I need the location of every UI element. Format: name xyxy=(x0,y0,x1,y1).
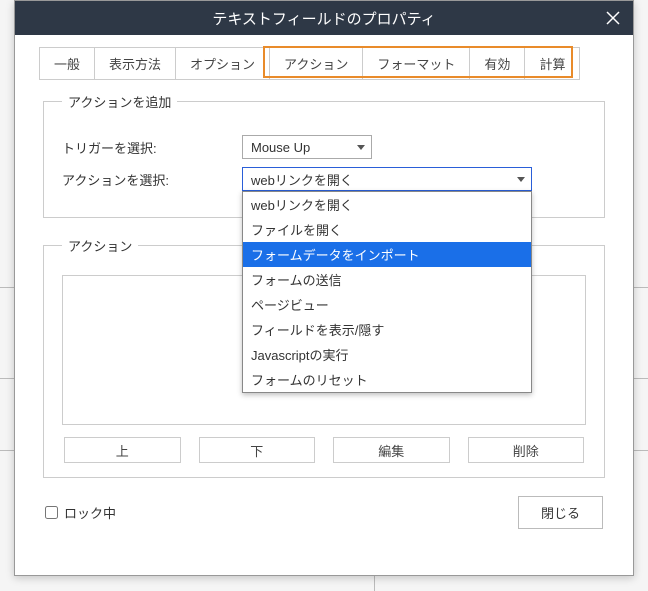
actions-legend: アクション xyxy=(62,236,138,255)
option-show-hide[interactable]: フィールドを表示/隠す xyxy=(243,317,531,342)
dialog-title: テキストフィールドのプロパティ xyxy=(212,8,435,29)
tab-appearance[interactable]: 表示方法 xyxy=(94,47,176,80)
tab-general[interactable]: 一般 xyxy=(39,47,95,80)
option-open-web[interactable]: webリンクを開く xyxy=(243,192,531,217)
chevron-down-icon xyxy=(357,145,365,150)
tab-validate[interactable]: 有効 xyxy=(469,47,525,80)
tab-actions[interactable]: アクション xyxy=(269,47,363,80)
tab-format[interactable]: フォーマット xyxy=(362,47,470,80)
lock-input[interactable] xyxy=(45,506,58,519)
option-page-view[interactable]: ページビュー xyxy=(243,292,531,317)
trigger-value: Mouse Up xyxy=(251,140,310,155)
option-open-file[interactable]: ファイルを開く xyxy=(243,217,531,242)
add-action-group: アクションを追加 トリガーを選択: Mouse Up アクションを選択: web… xyxy=(43,92,605,218)
delete-button[interactable]: 削除 xyxy=(468,437,585,463)
dialog-body: 一般 表示方法 オプション アクション フォーマット 有効 計算 アクションを追… xyxy=(15,35,633,575)
move-up-button[interactable]: 上 xyxy=(64,437,181,463)
trigger-select[interactable]: Mouse Up xyxy=(242,135,372,159)
close-button[interactable] xyxy=(593,1,633,35)
edit-button[interactable]: 編集 xyxy=(333,437,450,463)
dialog-footer: ロック中 閉じる xyxy=(39,496,609,529)
close-icon xyxy=(606,11,620,25)
trigger-label: トリガーを選択: xyxy=(62,138,242,157)
add-action-legend: アクションを追加 xyxy=(62,92,177,111)
tab-bar: 一般 表示方法 オプション アクション フォーマット 有効 計算 xyxy=(39,47,609,80)
tab-options[interactable]: オプション xyxy=(175,47,270,80)
option-run-js[interactable]: Javascriptの実行 xyxy=(243,342,531,367)
move-down-button[interactable]: 下 xyxy=(199,437,316,463)
titlebar: テキストフィールドのプロパティ xyxy=(15,1,633,35)
action-dropdown: webリンクを開く ファイルを開く フォームデータをインポート フォームの送信 … xyxy=(242,191,532,393)
lock-label: ロック中 xyxy=(64,503,116,522)
lock-checkbox[interactable]: ロック中 xyxy=(45,503,116,522)
properties-dialog: テキストフィールドのプロパティ 一般 表示方法 オプション アクション フォーマ… xyxy=(14,0,634,576)
action-select[interactable]: webリンクを開く xyxy=(242,167,532,191)
option-reset-form[interactable]: フォームのリセット xyxy=(243,367,531,392)
chevron-down-icon xyxy=(517,177,525,182)
action-select-label: アクションを選択: xyxy=(62,170,242,189)
close-dialog-button[interactable]: 閉じる xyxy=(518,496,603,529)
tab-calculate[interactable]: 計算 xyxy=(524,47,580,80)
option-submit-form[interactable]: フォームの送信 xyxy=(243,267,531,292)
option-import-form[interactable]: フォームデータをインポート xyxy=(243,242,531,267)
action-select-value: webリンクを開く xyxy=(251,170,353,189)
